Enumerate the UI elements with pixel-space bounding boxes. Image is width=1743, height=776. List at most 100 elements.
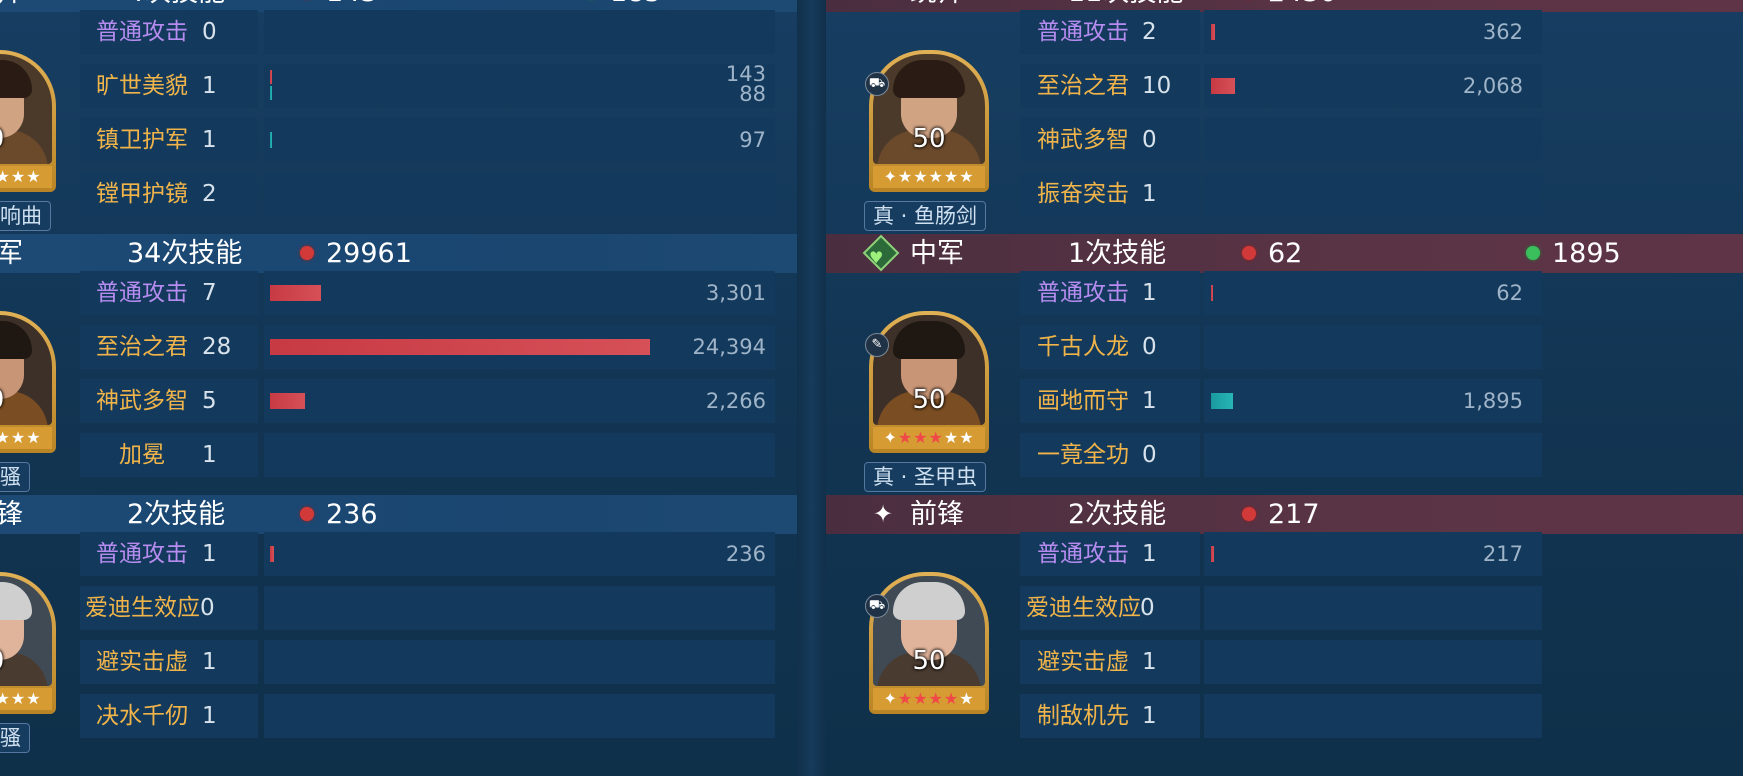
- skill-use-count: 1: [202, 127, 217, 153]
- skill-name: 普通攻击: [96, 541, 188, 567]
- skill-bar-cell: [264, 433, 775, 477]
- skill-value: 2,266: [705, 389, 766, 413]
- role-label: 中军: [910, 238, 964, 269]
- heal-dot-icon: [1526, 246, 1540, 260]
- skill-name-cell: [80, 433, 258, 477]
- skill-use-count: 1: [1142, 703, 1157, 729]
- skill-use-count: 1: [202, 73, 217, 99]
- skill-name: 至治之君: [96, 334, 188, 360]
- damage-total: 236: [326, 499, 378, 530]
- damage-dot-icon: [1242, 507, 1256, 521]
- damage-bar: [270, 546, 274, 562]
- skill-row: 普通攻击 1 62: [826, 271, 1743, 315]
- left-team-panel: 帅4次技能1431850✦★★★★★交响曲普通攻击0旷世美貌114388镇卫护军…: [0, 0, 797, 776]
- skill-value: 236: [725, 542, 766, 566]
- damage-total: 217: [1268, 499, 1320, 530]
- skill-name: 避实击虚: [1037, 649, 1129, 675]
- skill-name: 普通攻击: [1037, 541, 1129, 567]
- role-label: 前锋: [910, 499, 964, 530]
- skill-value: 2,068: [1462, 74, 1523, 98]
- damage-bar: [270, 285, 321, 301]
- skill-bar-cell: [264, 694, 775, 738]
- skill-row: 千古人龙 0: [826, 325, 1743, 369]
- skill-count-label: 34次技能: [127, 238, 243, 269]
- skill-name: 镇卫护军: [96, 127, 188, 153]
- skill-value: 3,301: [705, 281, 766, 305]
- damage-bar: [270, 393, 305, 409]
- skill-name: 一竟全功: [1037, 442, 1129, 468]
- damage-dot-icon: [300, 507, 314, 521]
- skill-row: 爱迪生效应 0: [826, 586, 1743, 630]
- role-label: 锋: [0, 499, 23, 530]
- skill-row: 旷世美貌 1 143 88: [0, 64, 797, 108]
- section-header: 锋 2次技能 236: [0, 495, 797, 534]
- skill-row: 振奋突击 1: [826, 172, 1743, 216]
- skill-use-count: 7: [202, 280, 217, 306]
- skill-row: 避实击虚 1: [0, 640, 797, 684]
- right-team-panel: ✦统帅11次技能243050✦★★★★★⛟真 · 鱼肠剑普通攻击2362至治之君…: [826, 0, 1743, 776]
- skill-row: 决水千仞 1: [0, 694, 797, 738]
- skill-name: 振奋突击: [1037, 181, 1129, 207]
- damage-bar: [270, 70, 272, 84]
- skill-name: 避实击虚: [96, 649, 188, 675]
- damage-value: 143: [725, 62, 766, 86]
- heal-value: 88: [739, 82, 766, 106]
- skill-row: 神武多智 0: [826, 118, 1743, 162]
- section-header: ✦ 前锋 2次技能 217: [826, 495, 1743, 534]
- skill-value: 97: [739, 128, 766, 152]
- skill-use-count: 2: [202, 181, 217, 207]
- skill-use-count: 0: [1140, 595, 1155, 621]
- skill-use-count: 1: [1142, 649, 1157, 675]
- damage-bar: [1211, 546, 1214, 562]
- skill-name: 普通攻击: [1037, 280, 1129, 306]
- skill-use-count: 0: [1142, 127, 1157, 153]
- skill-value: 1,895: [1462, 389, 1523, 413]
- skill-use-count: 1: [1142, 181, 1157, 207]
- skill-use-count: 10: [1142, 73, 1172, 99]
- damage-bar: [1211, 78, 1235, 94]
- skill-row: 普通攻击 1 236: [0, 532, 797, 576]
- right-hero-section: ✦ 前锋 2次技能 217 50 ✦★★★★★ ⛟ 普通攻击 1 217 爱迪生效应 0 避实击虚 1 制敌…: [826, 495, 1743, 757]
- sparkle-icon: ✦: [872, 500, 894, 528]
- skill-bar-cell: [1204, 640, 1542, 684]
- skill-name: 镗甲护镜: [96, 181, 188, 207]
- heart-shield-icon: ♥: [862, 234, 900, 272]
- damage-bar: [1211, 24, 1215, 40]
- skill-row: 爱迪生效应 0: [0, 586, 797, 630]
- skill-name: 制敌机先: [1037, 703, 1129, 729]
- skill-name: 决水千仞: [96, 703, 188, 729]
- skill-name: 神武多智: [1037, 127, 1129, 153]
- skill-name: 普通攻击: [1037, 19, 1129, 45]
- left-hero-section: 军34次技能299610✦★★★★★离骚普通攻击73,301至治之君2824,3…: [0, 234, 797, 496]
- skill-use-count: 1: [1142, 280, 1157, 306]
- section-header: 军 34次技能 29961: [0, 234, 797, 273]
- left-hero-section: 锋2次技能2360✦★★★★★离骚普通攻击1236爱迪生效应0避实击虚1决水千仞…: [0, 495, 797, 757]
- skill-value: 24,394: [692, 335, 766, 359]
- skill-row: 普通攻击 1 217: [826, 532, 1743, 576]
- damage-dot-icon: [300, 246, 314, 260]
- skill-name: 爱迪生效应: [85, 595, 200, 621]
- left-hero-section: 帅4次技能1431850✦★★★★★交响曲普通攻击0旷世美貌114388镇卫护军…: [0, 0, 797, 235]
- skill-row: 至治之君 28 24,394: [0, 325, 797, 369]
- skill-bar-cell: [264, 586, 775, 630]
- skill-row: 普通攻击 7 3,301: [0, 271, 797, 315]
- skill-row: 镗甲护镜 2: [0, 172, 797, 216]
- damage-bar: [270, 339, 650, 355]
- skill-bar-cell: [264, 10, 775, 54]
- skill-name: 至治之君: [1037, 73, 1129, 99]
- skill-row: 神武多智 5 2,266: [0, 379, 797, 423]
- skill-bar-cell: [264, 172, 775, 216]
- skill-name: 爱迪生效应: [1026, 595, 1141, 621]
- heal-bar: [270, 86, 272, 100]
- skill-bar-cell: [1204, 118, 1542, 162]
- skill-count-label: 2次技能: [1068, 499, 1167, 530]
- skill-row: 镇卫护军 1 97: [0, 118, 797, 162]
- skill-row: 普通攻击 2 362: [826, 10, 1743, 54]
- role-label: 军: [0, 238, 23, 269]
- skill-use-count: 1: [202, 649, 217, 675]
- skill-use-count: 1: [1142, 388, 1157, 414]
- skill-use-count: 1: [1142, 541, 1157, 567]
- skill-bar-cell: [1204, 433, 1542, 477]
- damage-total: 29961: [326, 238, 412, 269]
- heal-bar: [1211, 393, 1233, 409]
